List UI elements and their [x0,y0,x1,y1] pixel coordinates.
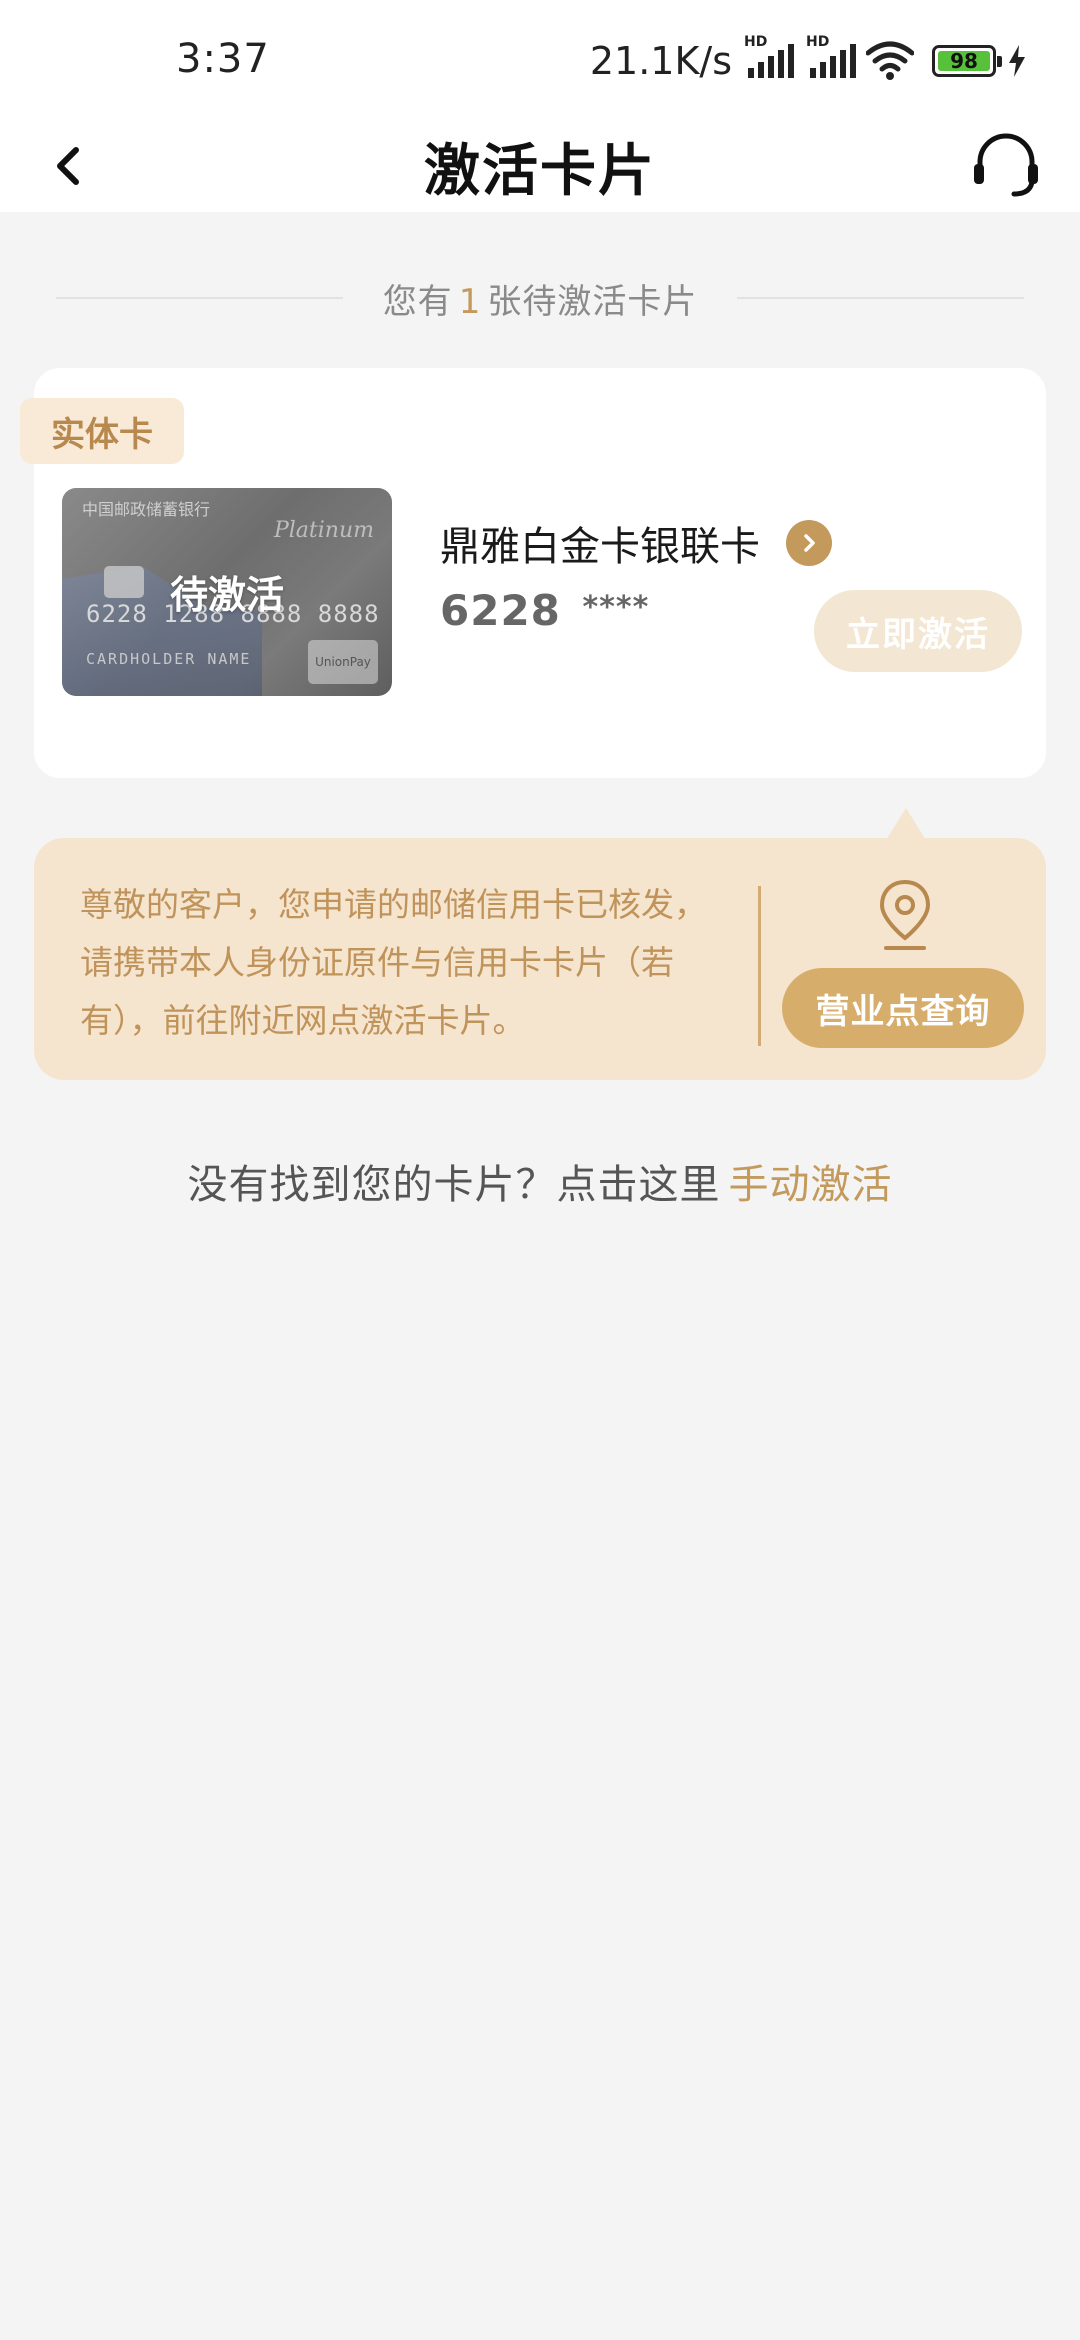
signal-2-icon: HD [806,34,856,78]
pending-count: 1 [458,281,482,322]
card-image[interactable]: 中国邮政储蓄银行 Platinum 6228 1288 8888 8888 CA… [62,488,392,696]
pending-count-row: 您有 1 张待激活卡片 [56,272,1025,324]
branch-search-button[interactable]: 营业点查询 [782,968,1024,1048]
card-number-mask: **** [582,590,650,625]
notice-text: 尊敬的客户，您申请的邮储信用卡已核发，请携带本人身份证原件与信用卡卡片（若有），… [80,885,707,1040]
wifi-icon [866,41,914,80]
pending-suffix: 张待激活卡片 [487,281,698,322]
hd-label-2: HD [806,34,830,50]
pending-prefix: 您有 [382,281,453,322]
notice-divider [758,886,761,1046]
manual-prompt: 没有找到您的卡片？点击这里 [187,1162,721,1208]
page-title: 激活卡片 [424,139,656,204]
activate-now-button[interactable]: 立即激活 [814,590,1022,672]
divider-right [737,297,1025,299]
chevron-right-icon[interactable] [786,520,832,566]
card-status-overlay: 待激活 [169,573,284,617]
notice-pointer [886,808,926,840]
card-image-holder: CARDHOLDER NAME [86,650,252,668]
card-image-tier: Platinum [273,518,374,543]
card-image-bank-name: 中国邮政储蓄银行 [82,500,211,519]
card-type-tag: 实体卡 [20,398,184,464]
battery-icon: 98 [932,45,1002,77]
activation-notice: 尊敬的客户，您申请的邮储信用卡已核发，请携带本人身份证原件与信用卡卡片（若有），… [34,838,1046,1080]
location-pin-icon [879,879,931,950]
charging-icon [1009,45,1025,77]
signal-1-icon: HD [744,34,794,78]
unionpay-logo: UnionPay [308,640,378,684]
card-panel: 实体卡 中国邮政储蓄银行 Platinum 6228 1288 8888 888… [20,368,1046,778]
card-name[interactable]: 鼎雅白金卡银联卡 [440,514,760,572]
network-speed: 21.1K/s [589,39,732,83]
status-time: 3:37 [176,36,270,82]
nav-bar: 激活卡片 [0,120,1080,212]
status-bar: 3:37 21.1K/s HD HD 98 [0,0,1080,120]
divider-left [56,297,343,299]
manual-activate-link[interactable]: 手动激活 [729,1162,893,1208]
manual-activation-row: 没有找到您的卡片？点击这里 手动激活 [0,1152,1080,1210]
headset-icon[interactable] [966,124,1046,204]
hd-label: HD [744,34,768,50]
status-indicators: 21.1K/s HD HD 98 [589,34,1028,86]
pending-count-text: 您有 1 张待激活卡片 [383,274,698,323]
card-number: 6228 **** [440,586,649,635]
battery-level: 98 [950,49,978,73]
card-number-prefix: 6228 [440,586,561,635]
